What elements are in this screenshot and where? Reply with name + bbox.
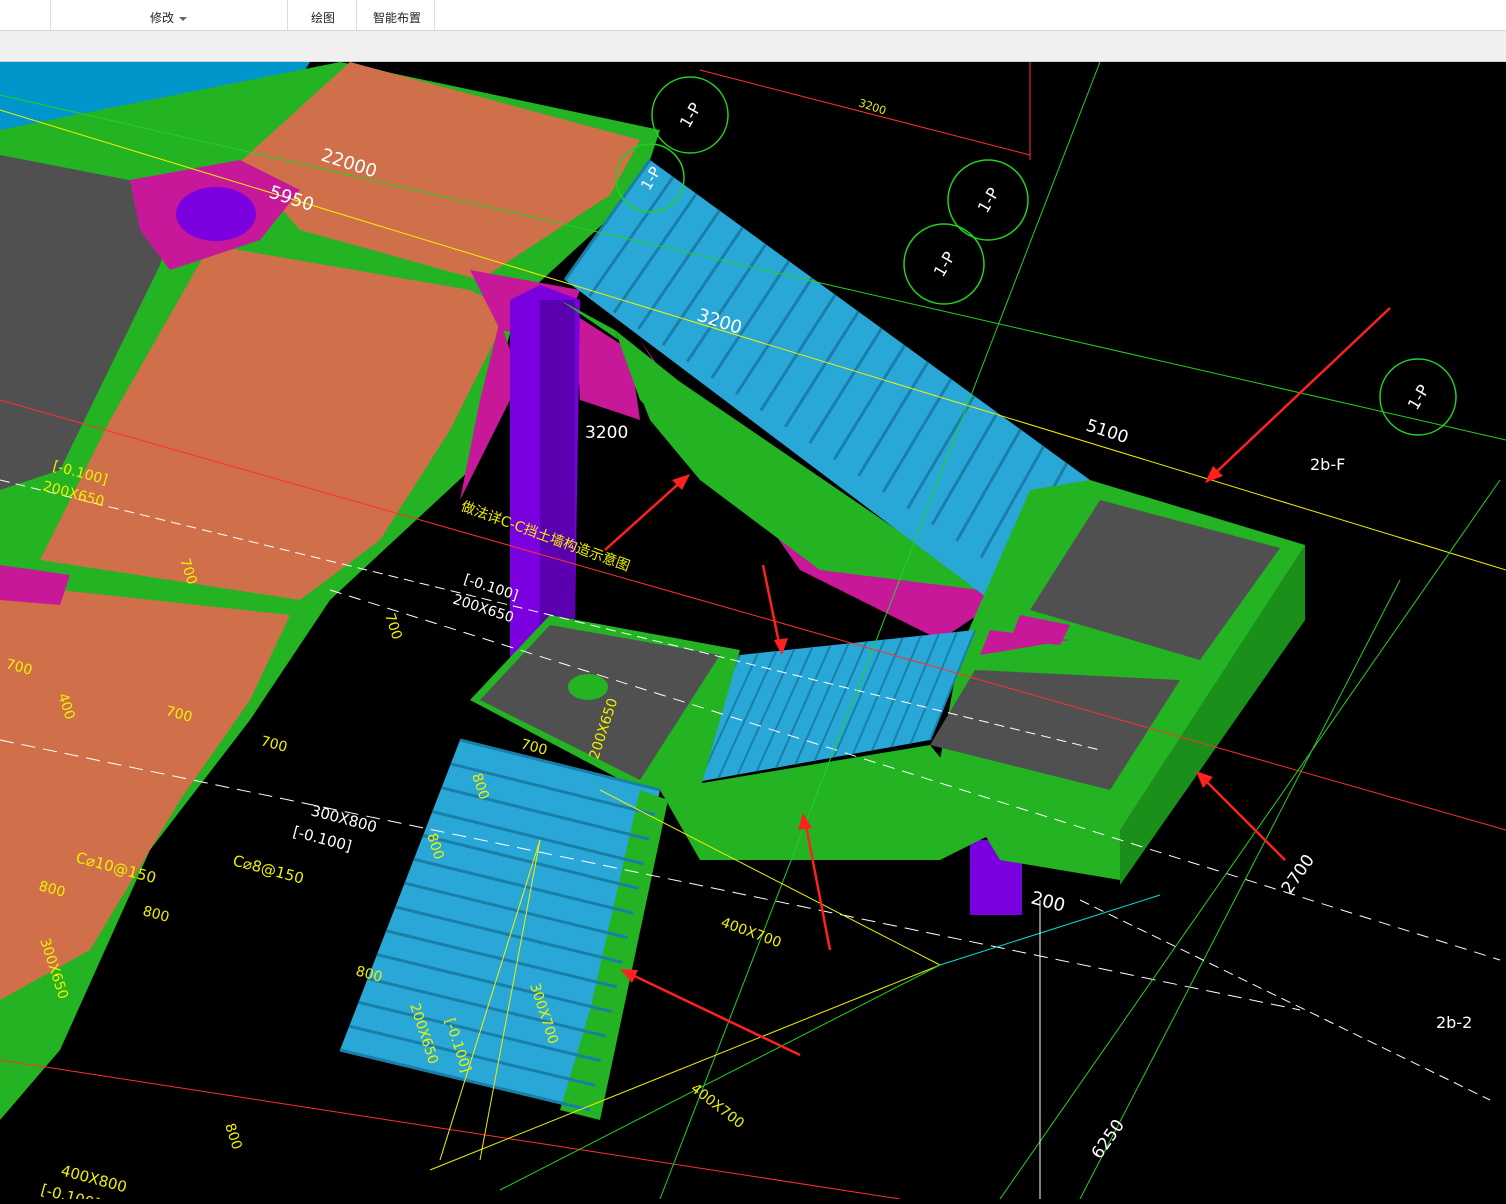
draw-tab[interactable]: 绘图: [311, 9, 335, 26]
cad-3d-viewport[interactable]: 1-P 1-P 1-P 1-P 1-P 22000 5950 3200 3200…: [0, 61, 1506, 1204]
ribbon-toolbar: 修改 绘图 智能布置: [0, 0, 1506, 31]
chevron-down-icon: [179, 16, 188, 21]
ribbon-group-smart-layout[interactable]: 智能布置: [356, 0, 435, 30]
ribbon-group-blank: [0, 0, 51, 30]
grid-label-2b-2: 2b-2: [1436, 1013, 1472, 1032]
modify-menu[interactable]: 修改: [150, 9, 188, 26]
drain-symbol: [568, 674, 608, 700]
column-main-shade: [540, 300, 575, 630]
round-column-top: [176, 187, 256, 241]
dim-3200-column: 3200: [585, 423, 628, 443]
grid-label-2b-f: 2b-F: [1310, 455, 1345, 474]
ribbon-group-modify[interactable]: 修改: [50, 0, 288, 30]
ribbon-group-draw[interactable]: 绘图: [287, 0, 357, 30]
model-canvas[interactable]: 1-P 1-P 1-P 1-P 1-P 22000 5950 3200 3200…: [0, 61, 1506, 1204]
smart-layout-tab[interactable]: 智能布置: [373, 9, 421, 26]
modify-label: 修改: [150, 11, 175, 25]
secondary-toolbar: [0, 31, 1506, 62]
